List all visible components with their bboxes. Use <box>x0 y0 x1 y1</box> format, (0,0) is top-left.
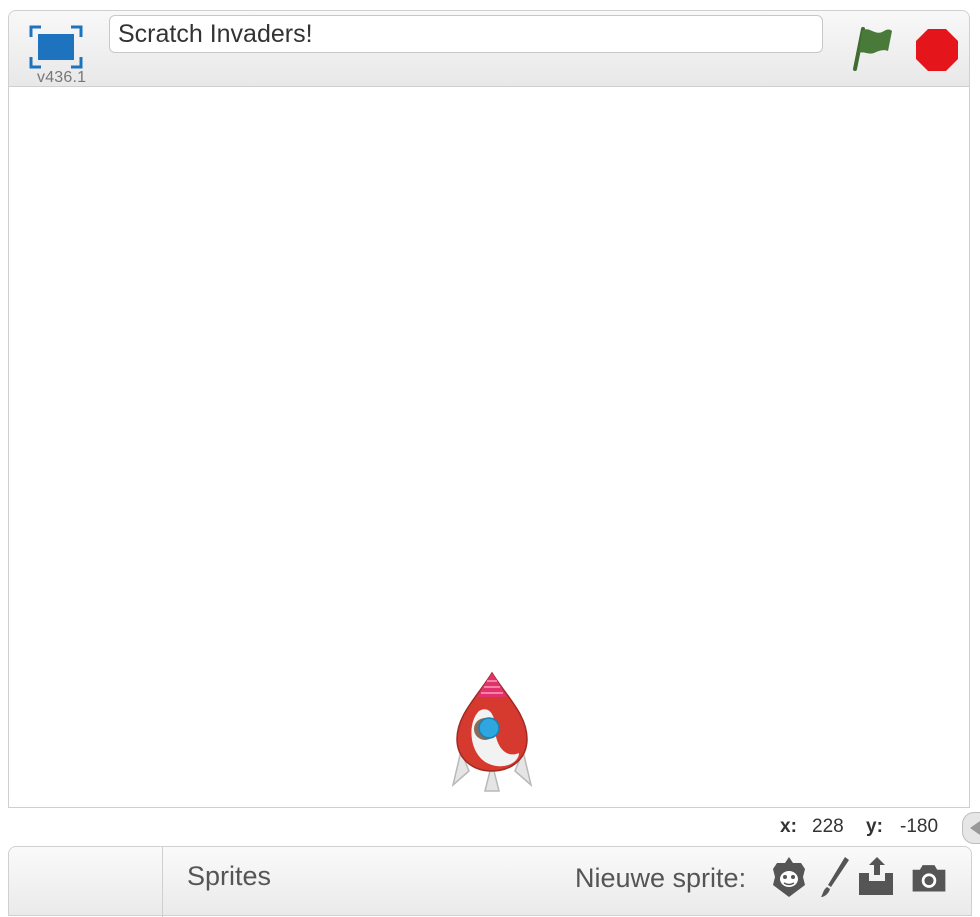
y-label: y: <box>866 816 883 837</box>
paint-brush-icon[interactable] <box>815 855 855 899</box>
x-value: 228 <box>812 816 844 837</box>
fullscreen-icon[interactable] <box>29 25 83 69</box>
sprites-tab-label: Sprites <box>187 861 272 891</box>
project-title-input[interactable] <box>109 15 823 53</box>
x-label: x: <box>780 816 797 837</box>
new-sprite-label: Nieuwe sprite: <box>575 863 747 893</box>
camera-icon[interactable] <box>909 855 949 899</box>
pane-divider <box>162 847 163 917</box>
rocket-sprite[interactable] <box>449 667 535 797</box>
collapse-arrow-button[interactable] <box>962 812 980 844</box>
upload-icon[interactable] <box>855 855 895 899</box>
choose-from-library-icon[interactable] <box>769 855 809 899</box>
stage-canvas[interactable] <box>8 86 970 808</box>
y-value: -180 <box>900 816 939 837</box>
green-flag-icon[interactable] <box>849 23 895 73</box>
mouse-coordinates: x: 228 y: -180 <box>0 816 980 840</box>
sprite-pane: Sprites Nieuwe sprite: <box>8 846 972 917</box>
stage-header: v436.1 <box>8 10 970 86</box>
version-label: v436.1 <box>37 69 87 86</box>
stop-sign-icon[interactable] <box>915 28 959 72</box>
